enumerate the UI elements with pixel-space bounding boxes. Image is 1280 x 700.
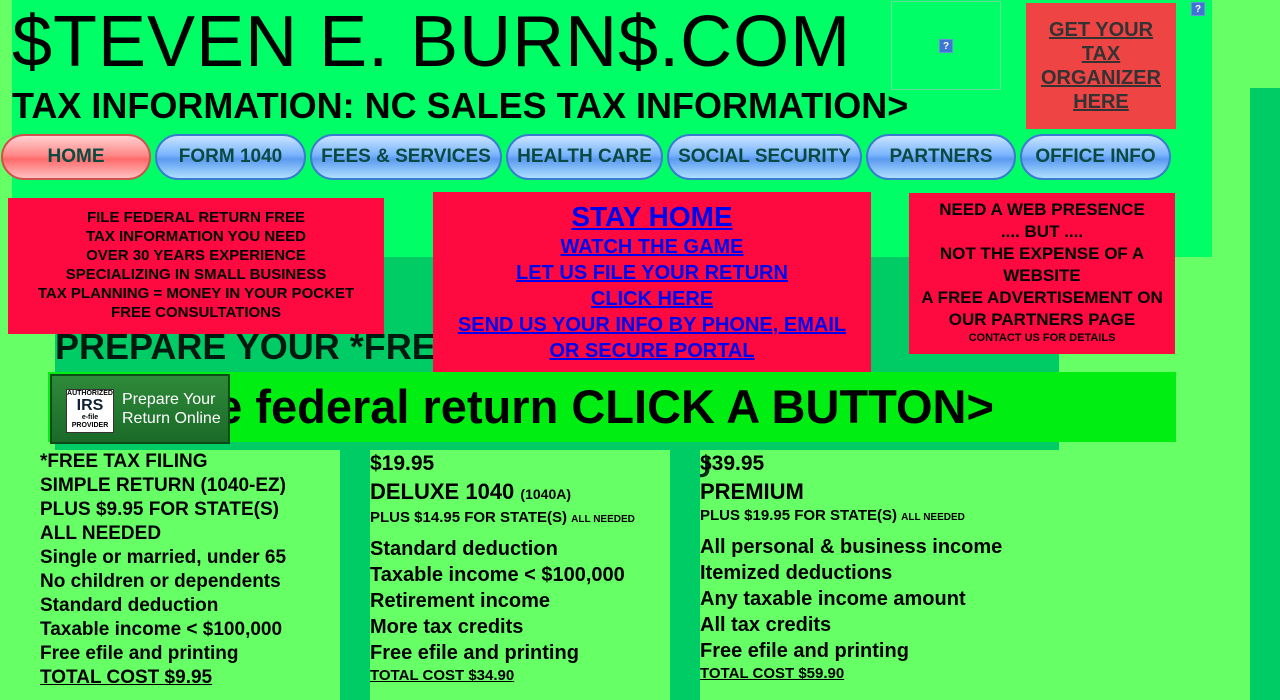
column-gutter <box>340 450 370 700</box>
broken-image-icon: ? <box>939 39 953 53</box>
premium-price: $39.95 <box>700 452 765 475</box>
premium-plan-name: PREMIUM <box>700 479 804 504</box>
nav-home-button[interactable]: HOME <box>1 134 151 180</box>
irs-efile-badge[interactable]: AUTHORIZED IRS e-file PROVIDER Prepare Y… <box>50 374 230 444</box>
nav-form-1040-button[interactable]: FORM 1040 <box>155 134 306 180</box>
click-here-link[interactable]: CLICK HERE <box>433 286 871 312</box>
premium-plan-column: $39.95 PREMIUM PLUS $19.95 FOR STATE(S) … <box>700 450 1100 684</box>
column-gutter <box>670 450 700 700</box>
free-plan-total: TOTAL COST $9.95 <box>40 667 213 688</box>
tax-organizer-link[interactable]: GET YOUR TAX ORGANIZER HERE <box>1041 18 1161 114</box>
nav-office-info-button[interactable]: OFFICE INFO <box>1020 134 1171 180</box>
nav-health-care-button[interactable]: HEALTH CARE <box>506 134 663 180</box>
free-plan-column: *FREE TAX FILING SIMPLE RETURN (1040-EZ)… <box>40 450 340 700</box>
nav-partners-button[interactable]: PARTNERS <box>866 134 1016 180</box>
broken-image-icon[interactable]: ? <box>1191 2 1205 16</box>
secure-portal-link[interactable]: OR SECURE PORTAL <box>433 338 871 364</box>
deluxe-features: Standard deduction Taxable income < $100… <box>370 538 625 664</box>
irs-badge-text: Prepare Your Return Online <box>122 391 221 427</box>
watch-game-link[interactable]: WATCH THE GAME <box>433 234 871 260</box>
premium-plan-total: TOTAL COST $59.90 <box>700 665 845 682</box>
deluxe-plan-total: TOTAL COST $34.90 <box>370 667 515 684</box>
stay-home-promo-box: STAY HOME WATCH THE GAME LET US FILE YOU… <box>433 192 871 372</box>
send-info-link[interactable]: SEND US YOUR INFO BY PHONE, EMAIL <box>433 312 871 338</box>
premium-features: All personal & business income Itemized … <box>700 536 1003 662</box>
services-promo-box: FILE FEDERAL RETURN FREE TAX INFORMATION… <box>8 198 384 334</box>
right-edge-band <box>1250 88 1280 700</box>
page-subtitle: TAX INFORMATION: NC SALES TAX INFORMATIO… <box>12 85 909 126</box>
nav-fees-services-button[interactable]: FEES & SERVICES <box>310 134 502 180</box>
file-return-link[interactable]: LET US FILE YOUR RETURN <box>433 260 871 286</box>
stay-home-link[interactable]: STAY HOME <box>433 200 871 234</box>
irs-logo-icon: AUTHORIZED IRS e-file PROVIDER <box>66 389 114 433</box>
site-title: $TEVEN E. BURN$.COM <box>12 2 852 82</box>
web-presence-promo-box: NEED A WEB PRESENCE .... BUT .... NOT TH… <box>909 193 1175 354</box>
header-image-frame: ? <box>891 1 1001 90</box>
deluxe-price: $19.95 <box>370 452 435 475</box>
free-return-banner-text: ee federal return CLICK A BUTTON> <box>190 380 994 433</box>
deluxe-plan-name: DELUXE 1040 (1040A) <box>370 479 572 504</box>
tax-organizer-box: GET YOUR TAX ORGANIZER HERE <box>1026 3 1176 129</box>
deluxe-plan-column: $19.95 DELUXE 1040 (1040A) PLUS $14.95 F… <box>370 450 670 700</box>
nav-social-security-button[interactable]: SOCIAL SECURITY <box>667 134 862 180</box>
